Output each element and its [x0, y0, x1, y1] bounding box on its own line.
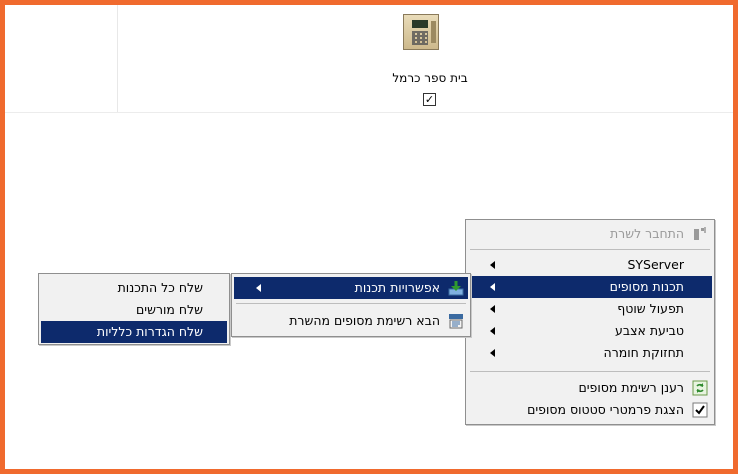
terminal-screen — [412, 20, 428, 28]
menu-item-label: שלח כל התכנות — [117, 280, 203, 295]
menu-item-programming-options[interactable]: אפשרויות תכנות — [234, 277, 468, 299]
menu-separator — [236, 303, 466, 304]
menu-item-label: תפעול שוטף — [617, 301, 684, 316]
terminal-side-panel — [431, 21, 436, 43]
menu-item-label: תחזוקת חומרה — [603, 345, 684, 360]
menu-item-send-general-settings[interactable]: שלח הגדרות כלליות — [41, 321, 227, 343]
submenu-arrow-icon — [490, 283, 495, 291]
menu-item-terminal-programming[interactable]: תכנות מסופים — [468, 276, 712, 298]
server-list-icon — [449, 314, 463, 329]
column-divider — [117, 5, 118, 113]
terminal-keypad — [412, 31, 428, 45]
menu-separator — [470, 249, 710, 250]
submenu-arrow-icon — [490, 261, 495, 269]
menu-item-fetch-terminal-list[interactable]: הבא רשימת מסופים מהשרת — [234, 310, 468, 332]
menu-item-label: שלח הגדרות כלליות — [96, 324, 203, 339]
menu-item-fingerprint[interactable]: טביעת אצבע — [468, 320, 712, 342]
menu-item-routine-operation[interactable]: תפעול שוטף — [468, 298, 712, 320]
terminal-device-icon[interactable] — [403, 14, 439, 50]
menu-item-label: הצגת פרמטרי סטטוס מסופים — [527, 402, 684, 417]
menu-item-send-all-programming[interactable]: שלח כל התכנות — [41, 277, 227, 299]
programming-options-submenu: שלח כל התכנות שלח מורשים שלח הגדרות כללי… — [38, 273, 230, 345]
menu-item-label: אפשרויות תכנות — [354, 280, 440, 295]
menu-separator — [470, 371, 710, 372]
menu-item-label: הבא רשימת מסופים מהשרת — [289, 313, 440, 328]
menu-item-label: SYServer — [627, 257, 684, 272]
row-divider — [5, 112, 733, 113]
menu-item-refresh-terminals[interactable]: רענן רשימת מסופים — [468, 377, 712, 399]
menu-item-label: טביעת אצבע — [615, 323, 684, 338]
refresh-icon — [692, 380, 708, 396]
check-icon — [692, 402, 708, 418]
menu-item-label: התחבר לשרת — [609, 226, 684, 241]
download-icon — [448, 281, 464, 296]
terminal-context-menu: התחבר לשרת SYServer תכנות מסופים תפעול ש… — [465, 219, 715, 425]
menu-item-label: תכנות מסופים — [609, 279, 684, 294]
submenu-arrow-icon — [490, 349, 495, 357]
programming-submenu: אפשרויות תכנות הבא רשימת מסופים מהשרת — [231, 273, 471, 337]
terminal-checkbox[interactable]: ✓ — [423, 93, 436, 106]
menu-item-label: שלח מורשים — [136, 302, 203, 317]
terminal-name-label: בית ספר כרמל — [392, 71, 468, 85]
menu-item-hardware-maintenance[interactable]: תחזוקת חומרה — [468, 342, 712, 364]
menu-item-label: רענן רשימת מסופים — [578, 380, 684, 395]
connect-icon — [694, 227, 706, 240]
submenu-arrow-icon — [490, 305, 495, 313]
menu-item-syserver[interactable]: SYServer — [468, 254, 712, 276]
submenu-arrow-icon — [256, 284, 261, 292]
menu-item-show-status-params[interactable]: הצגת פרמטרי סטטוס מסופים — [468, 399, 712, 421]
submenu-arrow-icon — [490, 327, 495, 335]
menu-item-send-authorized[interactable]: שלח מורשים — [41, 299, 227, 321]
menu-item-connect-to-server[interactable]: התחבר לשרת — [468, 223, 712, 245]
